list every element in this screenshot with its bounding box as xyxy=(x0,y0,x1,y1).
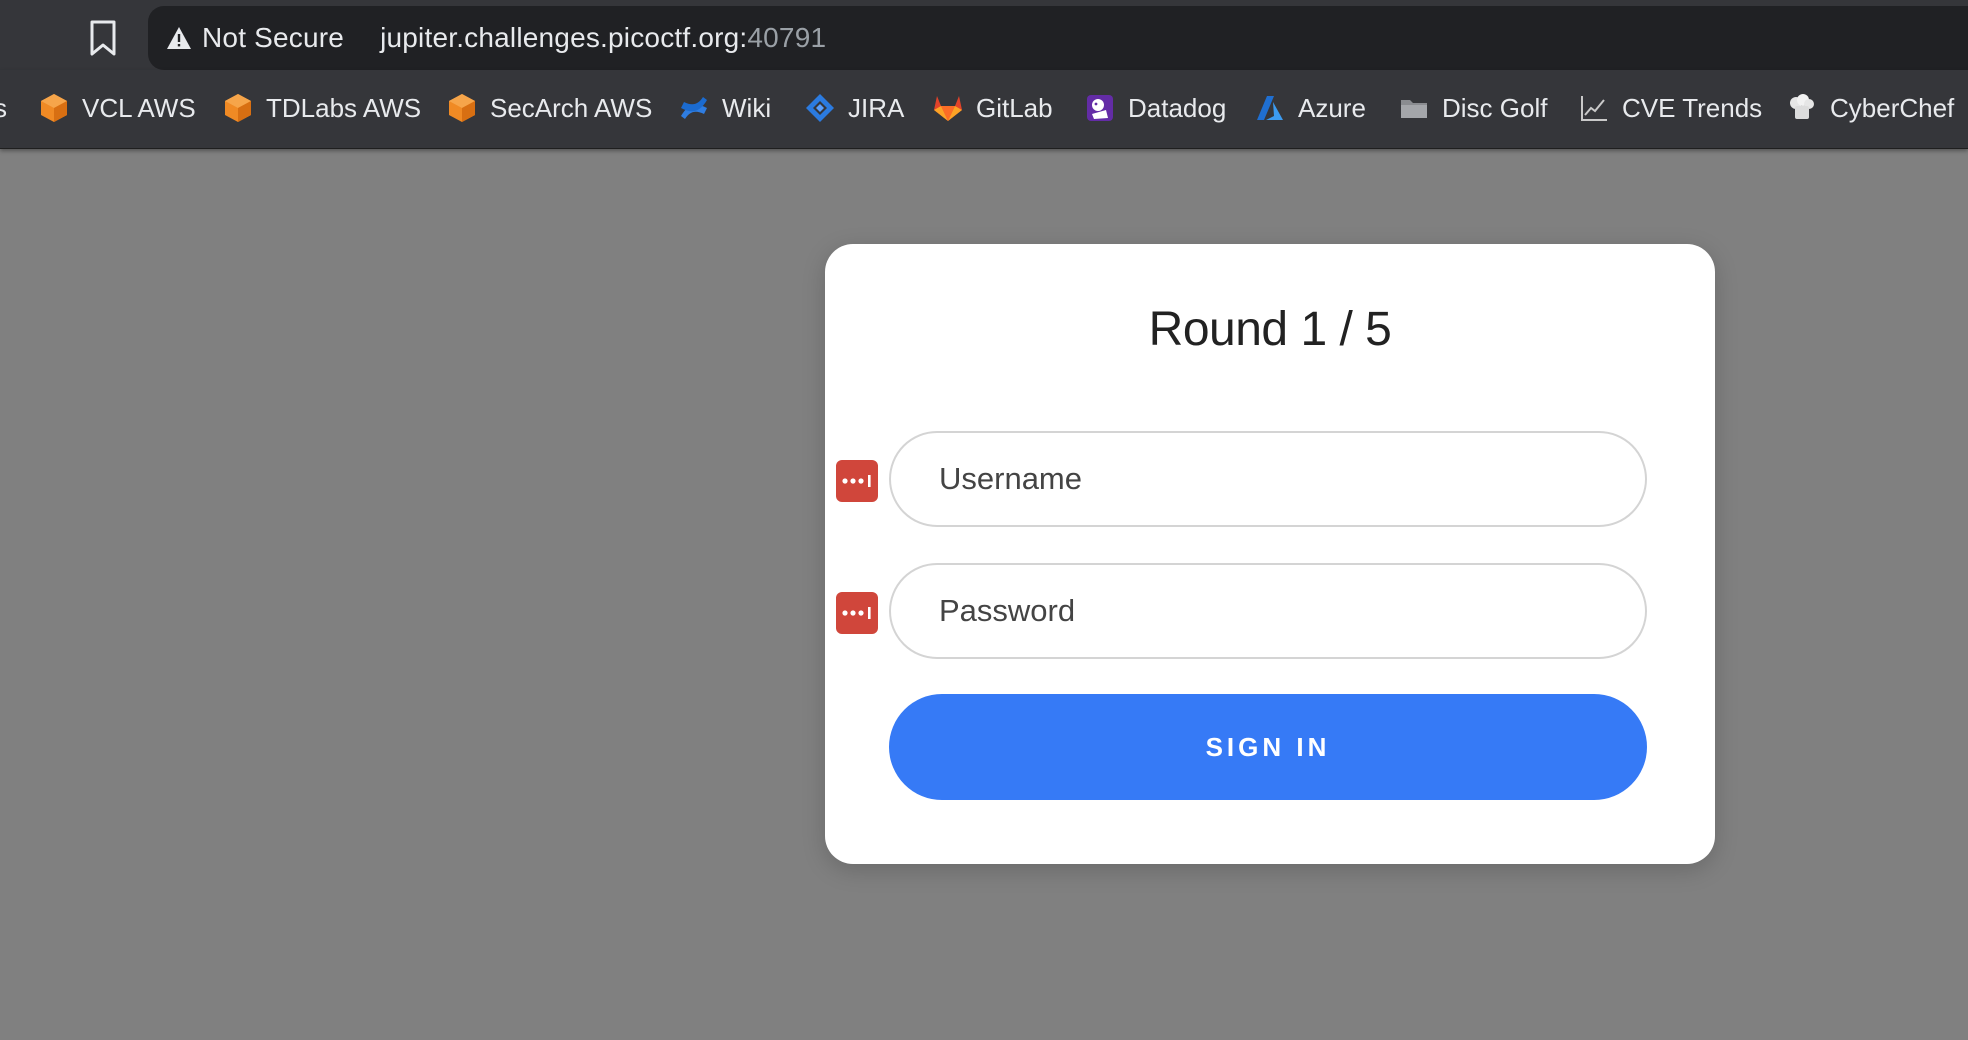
bookmark-label: Azure xyxy=(1298,92,1366,123)
browser-toolbar: Not Secure jupiter.challenges.picoctf.or… xyxy=(0,0,1968,70)
security-status[interactable]: Not Secure xyxy=(202,22,344,54)
username-input[interactable] xyxy=(889,431,1647,527)
aws-cube-icon xyxy=(225,94,251,122)
bookmark-tdlabs-aws[interactable]: TDLabs AWS xyxy=(222,70,421,146)
bookmark-truncated[interactable]: s xyxy=(0,70,7,146)
bookmark-label: Datadog xyxy=(1128,92,1227,123)
bookmark-icon[interactable] xyxy=(88,19,118,57)
bookmark-label: VCL AWS xyxy=(82,92,196,123)
address-bar[interactable]: Not Secure jupiter.challenges.picoctf.or… xyxy=(148,6,1968,70)
sign-in-button[interactable]: SIGN IN xyxy=(889,694,1647,800)
aws-cube-icon xyxy=(449,94,475,122)
round-title: Round 1 / 5 xyxy=(1148,303,1392,356)
trend-chart-icon xyxy=(1581,96,1607,121)
bookmark-disc-golf[interactable]: Disc Golf xyxy=(1398,70,1547,146)
bookmark-datadog[interactable]: Datadog xyxy=(1084,70,1226,146)
folder-icon xyxy=(1401,100,1427,118)
bookmark-label: TDLabs AWS xyxy=(266,92,422,123)
url-port: 40791 xyxy=(747,22,827,53)
login-card: Round 1 / 5 SIGN IN xyxy=(825,244,1715,864)
password-input[interactable] xyxy=(889,563,1647,659)
bookmark-jira[interactable]: JIRA xyxy=(804,70,904,146)
azure-icon xyxy=(1257,96,1283,120)
dots-cursor-icon xyxy=(842,475,871,487)
bookmark-wiki[interactable]: Wiki xyxy=(678,70,771,146)
confluence-icon xyxy=(681,97,707,119)
password-manager-icon[interactable] xyxy=(836,460,878,502)
bookmark-label: JIRA xyxy=(848,92,905,123)
bookmark-label: Disc Golf xyxy=(1442,92,1548,123)
dots-cursor-icon xyxy=(842,607,871,619)
jira-icon xyxy=(806,94,834,122)
bookmark-gitlab[interactable]: GitLab xyxy=(932,70,1053,146)
bookmark-label: CVE Trends xyxy=(1622,92,1763,123)
aws-cube-icon xyxy=(41,94,67,122)
url-text[interactable]: jupiter.challenges.picoctf.org:40791 xyxy=(380,22,826,54)
bookmarks-bar: s VCL AWS TDLabs AWS SecArch AWS Wiki JI… xyxy=(0,70,1968,149)
bookmark-label: Wiki xyxy=(722,92,772,123)
bookmark-cyberchef[interactable]: CyberChef xyxy=(1786,70,1954,146)
warning-icon[interactable] xyxy=(166,25,192,51)
bookmark-label: CyberChef xyxy=(1830,92,1955,123)
bookmark-azure[interactable]: Azure xyxy=(1254,70,1366,146)
password-manager-icon[interactable] xyxy=(836,592,878,634)
bookmark-vcl-aws[interactable]: VCL AWS xyxy=(38,70,196,146)
bookmark-label: GitLab xyxy=(976,92,1053,123)
bookmark-secarch-aws[interactable]: SecArch AWS xyxy=(446,70,652,146)
gitlab-icon xyxy=(934,96,962,121)
datadog-icon xyxy=(1087,95,1113,121)
bookmark-cve-trends[interactable]: CVE Trends xyxy=(1578,70,1762,146)
bookmark-label: SecArch AWS xyxy=(490,92,653,123)
chef-hat-icon xyxy=(1790,94,1814,119)
url-host: jupiter.challenges.picoctf.org: xyxy=(380,22,748,53)
